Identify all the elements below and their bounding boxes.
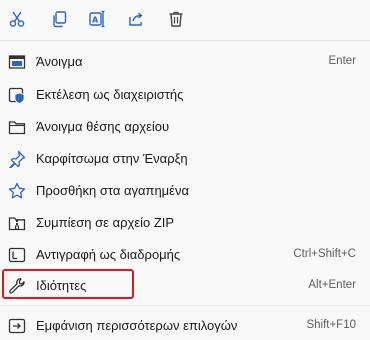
menu-item-label: Εμφάνιση περισσότερων επιλογών [36, 318, 238, 333]
menu-item-label: Άνοιγμα θέσης αρχείου [36, 119, 170, 134]
quick-action-bar: A [0, 0, 370, 38]
context-menu: A Άνοιγμα Enter Εκτέλεση ως διαχειριστής… [0, 0, 370, 340]
menu-item-shortcut: Alt+Enter [308, 279, 356, 291]
scissors-icon [9, 11, 25, 27]
rename-button[interactable]: A [84, 6, 110, 32]
menu-item-open-file-location[interactable]: Άνοιγμα θέσης αρχείου [0, 111, 370, 143]
svg-text:A: A [92, 16, 99, 25]
zip-folder-icon [8, 214, 26, 232]
rename-icon: A [89, 10, 105, 28]
copy-icon [53, 11, 67, 28]
menu-item-shortcut: Enter [328, 55, 357, 67]
more-options-icon [8, 317, 26, 335]
delete-button[interactable] [163, 6, 189, 32]
share-icon [129, 12, 143, 26]
share-button[interactable] [123, 6, 149, 32]
menu-item-show-more-options[interactable]: Εμφάνιση περισσότερων επιλογών Shift+F10 [0, 310, 370, 340]
menu-item-label: Εκτέλεση ως διαχειριστής [36, 87, 184, 102]
open-window-icon [8, 53, 26, 71]
menu-item-label: Άνοιγμα [36, 54, 83, 69]
menu-item-label: Συμπίεση σε αρχείο ZIP [36, 215, 175, 230]
menu-item-run-as-admin[interactable]: Εκτέλεση ως διαχειριστής [0, 79, 370, 111]
folder-icon [8, 118, 26, 136]
pin-icon [8, 150, 26, 168]
copy-button[interactable] [46, 6, 72, 32]
separator [0, 305, 370, 306]
star-icon [8, 182, 26, 200]
menu-item-open[interactable]: Άνοιγμα Enter [0, 46, 370, 78]
menu-item-label: Αντιγραφή ως διαδρομής [36, 247, 181, 262]
separator [0, 40, 370, 41]
menu-item-shortcut: Shift+F10 [306, 319, 356, 331]
menu-item-add-to-favorites[interactable]: Προσθήκη στα αγαπημένα [0, 175, 370, 207]
menu-item-pin-to-start[interactable]: Καρφίτσωμα στην Έναρξη [0, 143, 370, 175]
menu-item-label: Καρφίτσωμα στην Έναρξη [36, 151, 188, 166]
highlight-box [2, 269, 134, 299]
trash-icon [169, 11, 183, 27]
menu-item-label: Προσθήκη στα αγαπημένα [36, 183, 189, 198]
admin-shield-icon [8, 86, 26, 104]
menu-item-copy-as-path[interactable]: Αντιγραφή ως διαδρομής Ctrl+Shift+C [0, 239, 370, 271]
menu-item-compress-zip[interactable]: Συμπίεση σε αρχείο ZIP [0, 207, 370, 239]
cut-button[interactable] [4, 6, 30, 32]
menu-item-shortcut: Ctrl+Shift+C [293, 248, 356, 260]
copy-path-icon [8, 246, 26, 264]
